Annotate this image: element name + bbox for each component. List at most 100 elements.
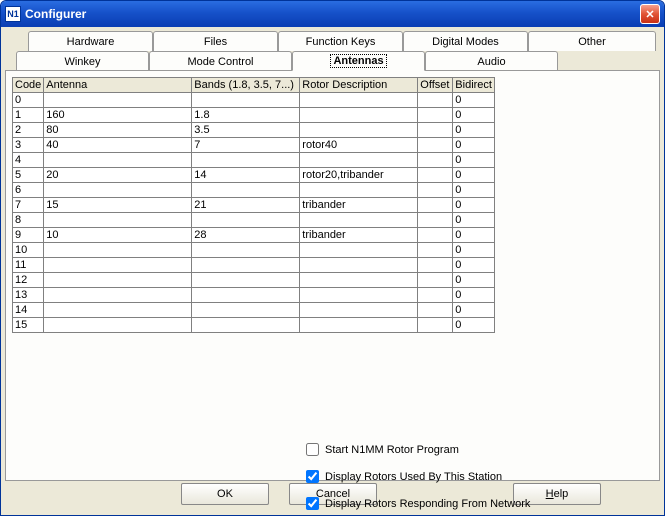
cell-code[interactable]: 8 bbox=[13, 213, 44, 228]
cell-rotor[interactable] bbox=[300, 123, 418, 138]
cell-rotor[interactable]: tribander bbox=[300, 228, 418, 243]
cell-bidirect[interactable]: 0 bbox=[453, 183, 495, 198]
cell-bidirect[interactable]: 0 bbox=[453, 228, 495, 243]
check-display-rotors-used[interactable]: Display Rotors Used By This Station bbox=[306, 470, 530, 483]
table-row[interactable]: 120 bbox=[13, 273, 495, 288]
cell-bidirect[interactable]: 0 bbox=[453, 258, 495, 273]
tab-function-keys[interactable]: Function Keys bbox=[278, 31, 403, 51]
cell-offset[interactable] bbox=[418, 198, 453, 213]
cell-bands[interactable]: 21 bbox=[192, 198, 300, 213]
cell-offset[interactable] bbox=[418, 303, 453, 318]
cell-bidirect[interactable]: 0 bbox=[453, 93, 495, 108]
tab-antennas[interactable]: Antennas bbox=[292, 51, 425, 71]
table-row[interactable]: 2803.50 bbox=[13, 123, 495, 138]
cell-antenna[interactable]: 10 bbox=[44, 228, 192, 243]
cell-bands[interactable] bbox=[192, 258, 300, 273]
check-display-rotors-network[interactable]: Display Rotors Responding From Network bbox=[306, 497, 530, 510]
table-row[interactable]: 13 0 bbox=[13, 288, 495, 303]
cell-bidirect[interactable]: 0 bbox=[453, 243, 495, 258]
ok-button[interactable]: OK bbox=[181, 483, 269, 505]
tab-other[interactable]: Other bbox=[528, 31, 656, 51]
cell-code[interactable]: 2 bbox=[13, 123, 44, 138]
table-row[interactable]: 52014rotor20,tribander0 bbox=[13, 168, 495, 183]
col-header-bands[interactable]: Bands (1.8, 3.5, 7...) bbox=[192, 78, 300, 93]
cell-offset[interactable] bbox=[418, 168, 453, 183]
cell-bands[interactable] bbox=[192, 153, 300, 168]
cell-bidirect[interactable]: 0 bbox=[453, 318, 495, 333]
tab-hardware[interactable]: Hardware bbox=[28, 31, 153, 51]
tab-digital-modes[interactable]: Digital Modes bbox=[403, 31, 528, 51]
cell-offset[interactable] bbox=[418, 243, 453, 258]
table-row[interactable]: 110 bbox=[13, 258, 495, 273]
cell-bidirect[interactable]: 0 bbox=[453, 198, 495, 213]
cell-bands[interactable] bbox=[192, 273, 300, 288]
cell-code[interactable]: 4 bbox=[13, 153, 44, 168]
cell-offset[interactable] bbox=[418, 123, 453, 138]
cell-antenna[interactable] bbox=[44, 93, 192, 108]
cell-rotor[interactable]: rotor40 bbox=[300, 138, 418, 153]
table-row[interactable]: 3407rotor400 bbox=[13, 138, 495, 153]
tab-audio[interactable]: Audio bbox=[425, 51, 558, 71]
cell-bidirect[interactable]: 0 bbox=[453, 168, 495, 183]
close-button[interactable]: ✕ bbox=[640, 4, 660, 24]
cell-antenna[interactable]: 160 bbox=[44, 108, 192, 123]
table-row[interactable]: 40 bbox=[13, 153, 495, 168]
cell-bands[interactable]: 28 bbox=[192, 228, 300, 243]
cell-offset[interactable] bbox=[418, 138, 453, 153]
cell-rotor[interactable] bbox=[300, 93, 418, 108]
cell-bidirect[interactable]: 0 bbox=[453, 153, 495, 168]
table-row[interactable]: 10 0 bbox=[13, 243, 495, 258]
cell-code[interactable]: 15 bbox=[13, 318, 44, 333]
cell-bidirect[interactable]: 0 bbox=[453, 303, 495, 318]
titlebar[interactable]: N1 Configurer ✕ bbox=[1, 1, 664, 27]
table-row[interactable]: 80 bbox=[13, 213, 495, 228]
cell-bidirect[interactable]: 0 bbox=[453, 108, 495, 123]
tab-files[interactable]: Files bbox=[153, 31, 278, 51]
table-row[interactable]: 11601.8 0 bbox=[13, 108, 495, 123]
cell-offset[interactable] bbox=[418, 288, 453, 303]
cell-bidirect[interactable]: 0 bbox=[453, 123, 495, 138]
cell-code[interactable]: 13 bbox=[13, 288, 44, 303]
cell-antenna[interactable] bbox=[44, 303, 192, 318]
cell-rotor[interactable] bbox=[300, 243, 418, 258]
cell-offset[interactable] bbox=[418, 153, 453, 168]
cell-code[interactable]: 0 bbox=[13, 93, 44, 108]
cell-bidirect[interactable]: 0 bbox=[453, 288, 495, 303]
cell-bidirect[interactable]: 0 bbox=[453, 213, 495, 228]
cell-rotor[interactable] bbox=[300, 288, 418, 303]
cell-bands[interactable]: 1.8 bbox=[192, 108, 300, 123]
cell-offset[interactable] bbox=[418, 228, 453, 243]
cell-offset[interactable] bbox=[418, 273, 453, 288]
cell-code[interactable]: 14 bbox=[13, 303, 44, 318]
cell-bands[interactable] bbox=[192, 243, 300, 258]
cell-offset[interactable] bbox=[418, 258, 453, 273]
table-row[interactable]: 14 0 bbox=[13, 303, 495, 318]
col-header-offset[interactable]: Offset bbox=[418, 78, 453, 93]
cell-code[interactable]: 6 bbox=[13, 183, 44, 198]
checkbox-display-used[interactable] bbox=[306, 470, 319, 483]
col-header-code[interactable]: Code bbox=[13, 78, 44, 93]
cell-rotor[interactable] bbox=[300, 183, 418, 198]
cell-offset[interactable] bbox=[418, 108, 453, 123]
cell-rotor[interactable] bbox=[300, 318, 418, 333]
cell-offset[interactable] bbox=[418, 93, 453, 108]
cell-code[interactable]: 1 bbox=[13, 108, 44, 123]
tab-winkey[interactable]: Winkey bbox=[16, 51, 149, 71]
check-start-rotor-program[interactable]: Start N1MM Rotor Program bbox=[306, 443, 530, 456]
cell-code[interactable]: 10 bbox=[13, 243, 44, 258]
cell-antenna[interactable] bbox=[44, 288, 192, 303]
cell-bands[interactable] bbox=[192, 93, 300, 108]
cell-rotor[interactable]: rotor20,tribander bbox=[300, 168, 418, 183]
cell-bands[interactable] bbox=[192, 303, 300, 318]
cell-code[interactable]: 3 bbox=[13, 138, 44, 153]
cell-rotor[interactable] bbox=[300, 153, 418, 168]
cell-antenna[interactable] bbox=[44, 183, 192, 198]
cell-code[interactable]: 7 bbox=[13, 198, 44, 213]
cell-code[interactable]: 12 bbox=[13, 273, 44, 288]
cell-antenna[interactable] bbox=[44, 318, 192, 333]
col-header-bidirect[interactable]: Bidirect bbox=[453, 78, 495, 93]
table-row[interactable]: 00 bbox=[13, 93, 495, 108]
checkbox-start-rotor[interactable] bbox=[306, 443, 319, 456]
cell-bands[interactable]: 14 bbox=[192, 168, 300, 183]
cell-rotor[interactable] bbox=[300, 273, 418, 288]
